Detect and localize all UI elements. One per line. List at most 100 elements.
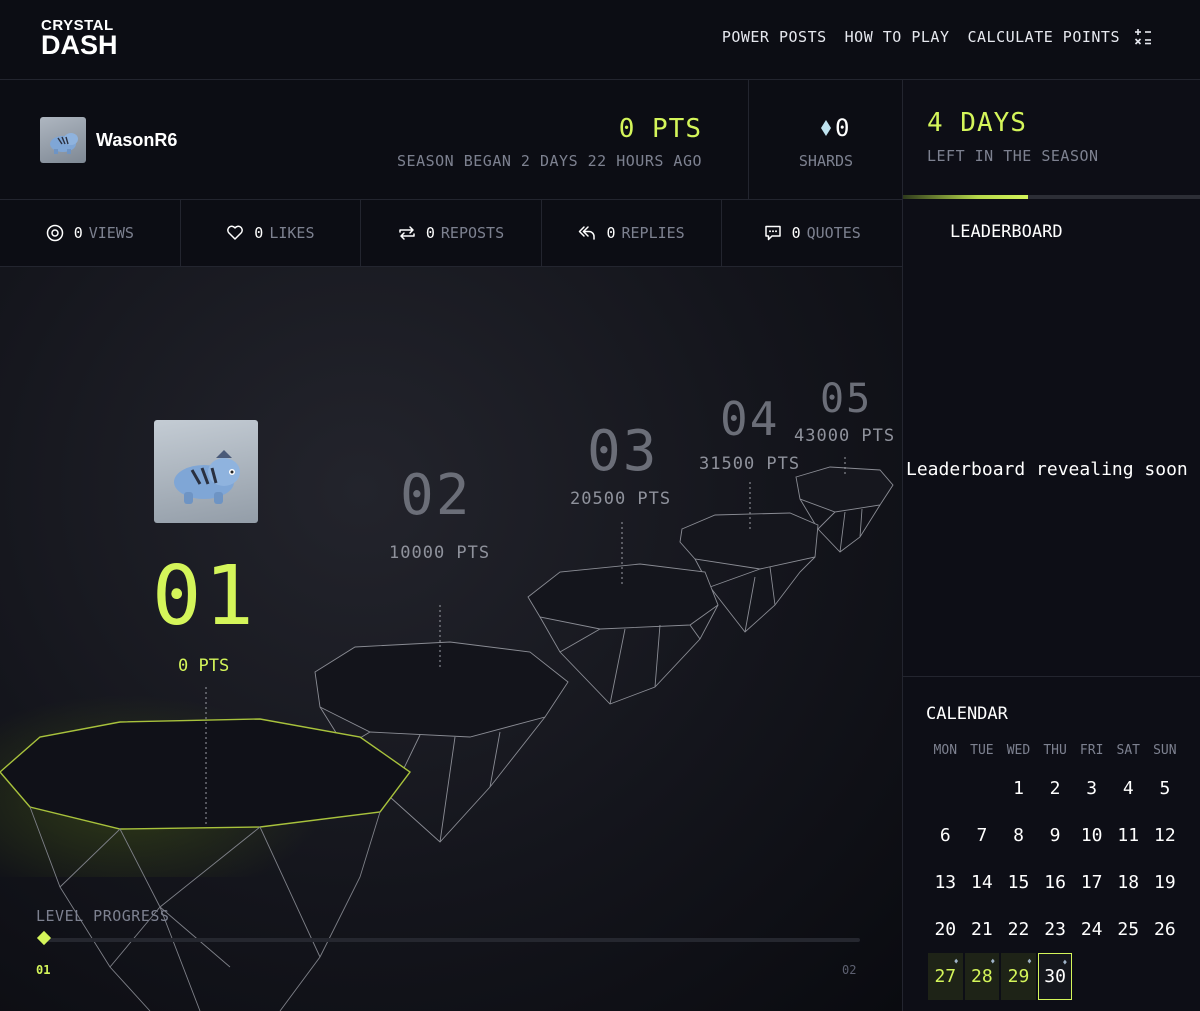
weekday-sat: SAT (1116, 743, 1140, 758)
calendar-day-label: 20 (934, 919, 957, 940)
replies-label: REPLIES (621, 224, 685, 242)
calendar-day-17[interactable]: 17 (1073, 859, 1110, 906)
crystal-icon: ♦ (1026, 957, 1032, 966)
level-progress-label: LEVEL PROGRESS (36, 907, 170, 925)
player-avatar[interactable] (154, 420, 258, 523)
floating-platforms (0, 457, 894, 1011)
stats-row: 0 VIEWS 0 LIKES 0 REPOSTS 0 REPLIES 0 QU… (0, 200, 902, 267)
top-nav: CRYSTAL DASH POWER POSTS HOW TO PLAY CAL… (0, 0, 1200, 80)
shards-value: 0 (835, 114, 850, 142)
level-03-number: 03 (587, 419, 659, 484)
calendar-day-12[interactable]: 12 (1147, 812, 1184, 859)
calendar-day-6[interactable]: 6 (927, 812, 964, 859)
repost-icon (399, 226, 415, 240)
calendar-day-label: 7 (976, 825, 988, 846)
season-progress-fill (903, 195, 1029, 199)
calendar-day-label: 28 (971, 966, 993, 987)
right-panel: 4 DAYS LEFT IN THE SEASON LEADERBOARD Le… (902, 80, 1200, 1011)
calendar-day-label: 4 (1122, 778, 1134, 799)
calendar-day-label: 15 (1007, 872, 1030, 893)
days-left: 4 DAYS (927, 108, 1027, 138)
shards-label: SHARDS (798, 152, 854, 170)
calendar-day-13[interactable]: 13 (927, 859, 964, 906)
weekday-sun: SUN (1153, 743, 1177, 758)
reply-icon (579, 226, 596, 240)
profile-bar: WasonR6 0 PTS SEASON BEGAN 2 DAYS 22 HOU… (0, 80, 748, 200)
calculator-icon[interactable] (1134, 28, 1152, 46)
shards-box: 0 SHARDS (748, 80, 902, 200)
calendar-day-label: 3 (1086, 778, 1098, 799)
calendar-day-22[interactable]: 22 (1000, 906, 1037, 953)
level-04-number: 04 (720, 392, 780, 446)
calendar-day-18[interactable]: 18 (1110, 859, 1147, 906)
level-02-points: 10000 PTS (389, 543, 491, 563)
reposts-label: REPOSTS (440, 224, 505, 242)
eye-icon (46, 224, 63, 242)
weekday-mon: MON (933, 743, 958, 758)
calendar-day-23[interactable]: 23 (1037, 906, 1074, 953)
calendar-day-label: 26 (1154, 919, 1176, 940)
views-label: VIEWS (88, 224, 134, 242)
username: WasonR6 (96, 130, 178, 150)
calendar-title: CALENDAR (926, 704, 1008, 724)
calendar-day-7[interactable]: 7 (964, 812, 1001, 859)
calendar-day-label: 30 (1044, 966, 1066, 987)
logo-line2: DASH (41, 30, 118, 60)
nav-power-posts[interactable]: POWER POSTS (722, 28, 827, 46)
calendar-day-label: 5 (1159, 778, 1171, 799)
calendar-day-9[interactable]: 9 (1037, 812, 1074, 859)
calendar-day-26[interactable]: 26 (1147, 906, 1184, 953)
calendar-day-4[interactable]: 4 (1110, 765, 1147, 812)
nav-calculate-points[interactable]: CALCULATE POINTS (968, 28, 1121, 46)
calendar-blank (927, 765, 964, 812)
season-progress-bar (903, 195, 1200, 199)
weekday-wed: WED (1006, 743, 1031, 758)
calendar-day-2[interactable]: 2 (1037, 765, 1074, 812)
calendar-day-label: 24 (1080, 919, 1103, 940)
crystal-dash-logo[interactable]: CRYSTAL DASH (41, 18, 118, 59)
nav-how-to-play[interactable]: HOW TO PLAY (845, 28, 950, 46)
level-progress-start: 01 (36, 963, 51, 977)
likes-count: 0 (254, 224, 264, 242)
calendar-day-1[interactable]: 1 (1000, 765, 1037, 812)
calendar-day-5[interactable]: 5 (1147, 765, 1184, 812)
crystal-icon: ♦ (953, 957, 959, 966)
calendar-day-21[interactable]: 21 (964, 906, 1001, 953)
weekday-thu: THU (1043, 743, 1067, 758)
calendar-day-15[interactable]: 15 (1000, 859, 1037, 906)
calendar-day-20[interactable]: 20 (927, 906, 964, 953)
level-02-number: 02 (400, 463, 472, 528)
calendar-day-19[interactable]: 19 (1147, 859, 1184, 906)
level-progress-bar (44, 938, 860, 942)
calendar-day-16[interactable]: 16 (1037, 859, 1074, 906)
level-03-points: 20500 PTS (570, 489, 672, 509)
season-began: SEASON BEGAN 2 DAYS 22 HOURS AGO (397, 152, 702, 170)
calendar-day-3[interactable]: 3 (1073, 765, 1110, 812)
heart-icon (227, 225, 244, 240)
weekday-fri: FRI (1079, 743, 1104, 758)
calendar-day-24[interactable]: 24 (1073, 906, 1110, 953)
calendar-day-11[interactable]: 11 (1110, 812, 1147, 859)
stat-quotes: 0 QUOTES (722, 200, 902, 266)
stat-likes: 0 LIKES (181, 200, 362, 266)
calendar-day-28[interactable]: 28 ♦ (964, 953, 1000, 1000)
calendar-day-label: 8 (1013, 825, 1024, 846)
calendar-day-label: 21 (971, 919, 993, 940)
level-01-number: 01 (152, 549, 257, 644)
calendar-day-10[interactable]: 10 (1073, 812, 1110, 859)
calendar-day-14[interactable]: 14 (964, 859, 1001, 906)
calendar-day-label: 9 (1049, 825, 1061, 846)
calendar-day-27[interactable]: 27 ♦ (928, 953, 963, 1000)
calendar-day-label: 11 (1117, 825, 1140, 846)
level-progress-end: 02 (842, 963, 857, 977)
crystal-icon: ♦ (1062, 958, 1068, 967)
calendar-day-label: 1 (1013, 778, 1024, 799)
calendar-day-25[interactable]: 25 (1110, 906, 1147, 953)
calendar-day-label: 18 (1117, 872, 1140, 893)
avatar[interactable] (40, 117, 86, 163)
calendar-day-8[interactable]: 8 (1000, 812, 1037, 859)
calendar-day-label: 13 (934, 872, 957, 893)
calendar-day-30[interactable]: 30 ♦ (1037, 953, 1073, 1000)
calendar-day-29[interactable]: 29 ♦ (1001, 953, 1036, 1000)
days-left-sub: LEFT IN THE SEASON (927, 147, 1099, 165)
